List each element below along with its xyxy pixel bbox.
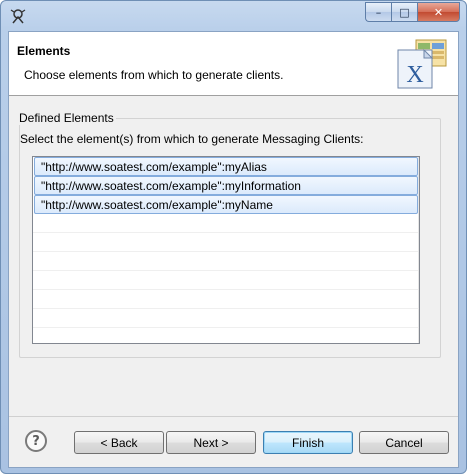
back-button[interactable]: < Back [74,431,164,454]
list-item-label: "http://www.soatest.com/example":myInfor… [41,179,301,193]
elements-list[interactable]: "http://www.soatest.com/example":myAlias… [32,156,420,344]
maximize-icon: □ [399,5,410,19]
maximize-button[interactable]: □ [391,2,417,22]
empty-row [33,271,419,290]
svg-text:X: X [406,62,423,88]
empty-row [33,252,419,271]
dialog-client: Elements Choose elements from which to g… [8,31,459,468]
empty-row [33,233,419,252]
minimize-icon: – [375,5,382,19]
group-instruction: Select the element(s) from which to gene… [20,132,364,146]
list-item-label: "http://www.soatest.com/example":myAlias [41,160,267,174]
title-bar[interactable]: – □ ✕ [1,1,466,31]
page-description: Choose elements from which to generate c… [24,68,284,82]
cancel-button[interactable]: Cancel [359,431,449,454]
empty-row [33,309,419,328]
empty-row [33,214,419,233]
next-button[interactable]: Next > [166,431,256,454]
list-item[interactable]: "http://www.soatest.com/example":myInfor… [34,176,418,195]
minimize-button[interactable]: – [365,2,391,22]
help-button[interactable]: ? [25,430,47,452]
list-item[interactable]: "http://www.soatest.com/example":myAlias [34,157,418,176]
column-divider [418,157,419,343]
close-button[interactable]: ✕ [417,2,460,22]
footer-separator [9,416,458,417]
close-icon: ✕ [433,5,444,19]
wizard-header: Elements Choose elements from which to g… [9,32,458,96]
help-icon: ? [32,433,40,449]
window-controls: – □ ✕ [365,2,460,22]
finish-button[interactable]: Finish [263,431,353,454]
page-title: Elements [17,44,71,58]
group-legend: Defined Elements [17,111,116,125]
wizard-icon [10,9,26,24]
empty-row [33,290,419,309]
list-item[interactable]: "http://www.soatest.com/example":myName [34,195,418,214]
wizard-window: – □ ✕ Elements Choose elements from whic… [0,0,467,474]
xml-schema-icon: X [397,39,447,89]
list-item-label: "http://www.soatest.com/example":myName [41,198,273,212]
